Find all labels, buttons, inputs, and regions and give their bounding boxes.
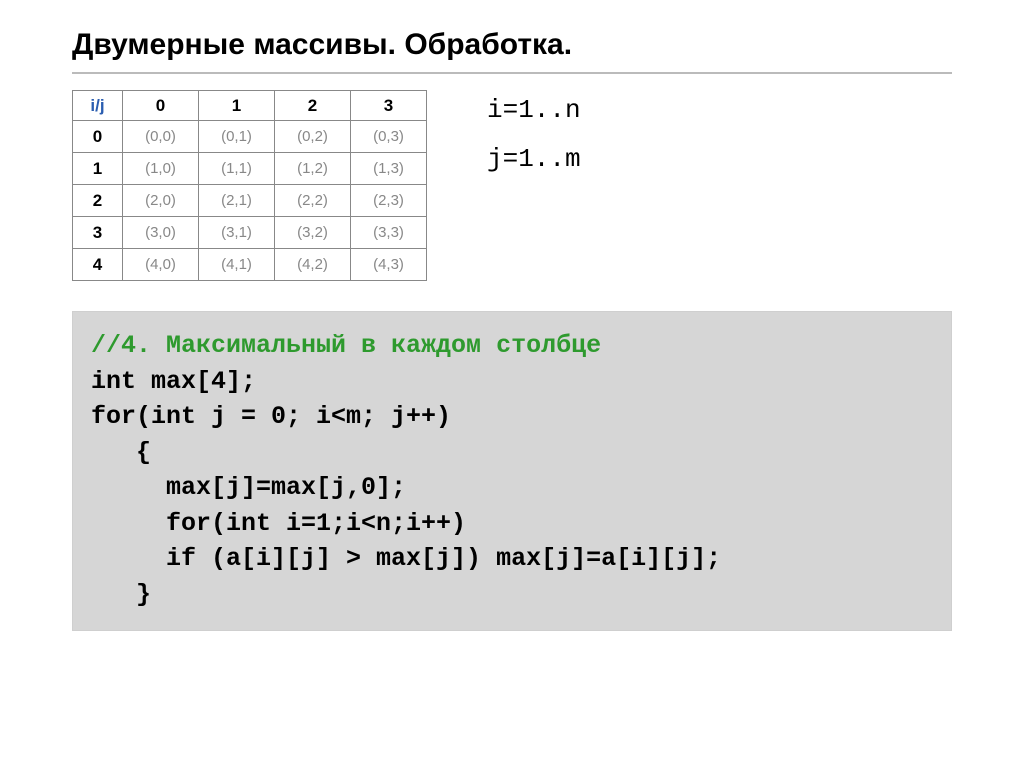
- table-cell: (4,3): [351, 249, 427, 281]
- col-header: 2: [275, 91, 351, 121]
- table-cell: (4,0): [123, 249, 199, 281]
- table-cell: (1,2): [275, 153, 351, 185]
- row-header: 4: [73, 249, 123, 281]
- table-cell: (3,3): [351, 217, 427, 249]
- table-cell: (4,2): [275, 249, 351, 281]
- table-cell: (2,1): [199, 185, 275, 217]
- code-block: //4. Максимальный в каждом столбце int m…: [72, 311, 952, 631]
- page-title: Двумерные массивы. Обработка.: [72, 28, 952, 74]
- loop-ranges: i=1..n j=1..m: [487, 86, 581, 185]
- code-line: for(int i=1;i<n;i++): [91, 509, 466, 538]
- table-cell: (1,0): [123, 153, 199, 185]
- table-cell: (0,0): [123, 121, 199, 153]
- table-cell: (0,2): [275, 121, 351, 153]
- code-line: if (a[i][j] > max[j]) max[j]=a[i][j];: [91, 544, 721, 573]
- col-header: 3: [351, 91, 427, 121]
- table-cell: (1,1): [199, 153, 275, 185]
- table-cell: (1,3): [351, 153, 427, 185]
- i-range: i=1..n: [487, 86, 581, 135]
- table-cell: (2,0): [123, 185, 199, 217]
- code-line: }: [91, 580, 151, 609]
- code-comment: //4. Максимальный в каждом столбце: [91, 331, 601, 360]
- j-range: j=1..m: [487, 135, 581, 184]
- top-row: i/j 0 1 2 3 0 (0,0) (0,1) (0,2) (0,3) 1 …: [72, 90, 952, 281]
- table-cell: (2,2): [275, 185, 351, 217]
- code-line: for(int j = 0; i<m; j++): [91, 402, 451, 431]
- row-header: 0: [73, 121, 123, 153]
- table-cell: (0,3): [351, 121, 427, 153]
- code-line: int max[4];: [91, 367, 256, 396]
- table-cell: (4,1): [199, 249, 275, 281]
- table-cell: (2,3): [351, 185, 427, 217]
- table-cell: (0,1): [199, 121, 275, 153]
- table-cell: (3,2): [275, 217, 351, 249]
- row-header: 2: [73, 185, 123, 217]
- code-line: {: [91, 438, 151, 467]
- table-corner: i/j: [73, 91, 123, 121]
- row-header: 1: [73, 153, 123, 185]
- col-header: 1: [199, 91, 275, 121]
- row-header: 3: [73, 217, 123, 249]
- col-header: 0: [123, 91, 199, 121]
- code-line: max[j]=max[j,0];: [91, 473, 406, 502]
- table-cell: (3,0): [123, 217, 199, 249]
- table-cell: (3,1): [199, 217, 275, 249]
- index-table: i/j 0 1 2 3 0 (0,0) (0,1) (0,2) (0,3) 1 …: [72, 90, 427, 281]
